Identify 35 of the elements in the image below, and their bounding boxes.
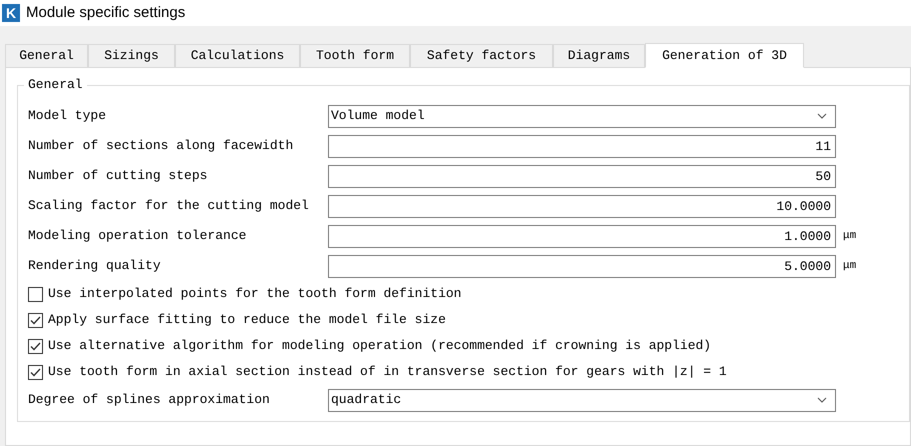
- tab[interactable]: General: [5, 44, 88, 67]
- field-label: Model type: [27, 107, 108, 126]
- checkbox[interactable]: [28, 338, 43, 354]
- checkbox-label: Use tooth form in axial section instead of in transverse section for gears with |z| = 1: [48, 363, 727, 382]
- tab[interactable]: Sizings: [88, 44, 175, 67]
- number-field[interactable]: 1.0000: [328, 224, 836, 248]
- field-label: Modeling operation tolerance: [27, 227, 248, 246]
- dropdown[interactable]: Volume model: [328, 104, 836, 128]
- field-label: Rendering quality: [27, 257, 162, 276]
- unit-label: μm: [843, 228, 856, 244]
- tab[interactable]: Safety factors: [410, 44, 553, 67]
- checkbox[interactable]: [28, 286, 43, 302]
- number-field[interactable]: 10.0000: [328, 194, 836, 218]
- number-field[interactable]: 50: [328, 164, 836, 188]
- number-field[interactable]: 11: [328, 134, 836, 158]
- field-label: Number of cutting steps: [27, 167, 208, 186]
- checkbox-label: Apply surface fitting to reduce the model file size: [48, 311, 446, 330]
- unit-label: μm: [843, 258, 856, 274]
- chevron-down-icon: [817, 397, 827, 403]
- app-logo: K: [2, 4, 20, 22]
- tab[interactable]: Diagrams: [553, 44, 645, 67]
- checkbox-label: Use alternative algorithm for modeling operation (recommended if crowning is applied): [48, 337, 712, 356]
- tab[interactable]: Calculations: [175, 44, 300, 67]
- dropdown[interactable]: quadratic: [328, 388, 836, 412]
- field-label: Degree of splines approximation: [27, 391, 271, 410]
- tab[interactable]: Tooth form: [300, 44, 410, 67]
- checkbox[interactable]: [28, 364, 43, 380]
- chevron-down-icon: [817, 113, 827, 119]
- tab[interactable]: Generation of 3D: [645, 43, 804, 68]
- checkbox[interactable]: [28, 312, 43, 328]
- field-label: Number of sections along facewidth: [27, 137, 294, 156]
- number-field[interactable]: 5.0000: [328, 254, 836, 278]
- field-label: Scaling factor for the cutting model: [27, 197, 310, 216]
- checkbox-label: Use interpolated points for the tooth form definition: [48, 285, 462, 304]
- window-title: Module specific settings: [26, 2, 186, 23]
